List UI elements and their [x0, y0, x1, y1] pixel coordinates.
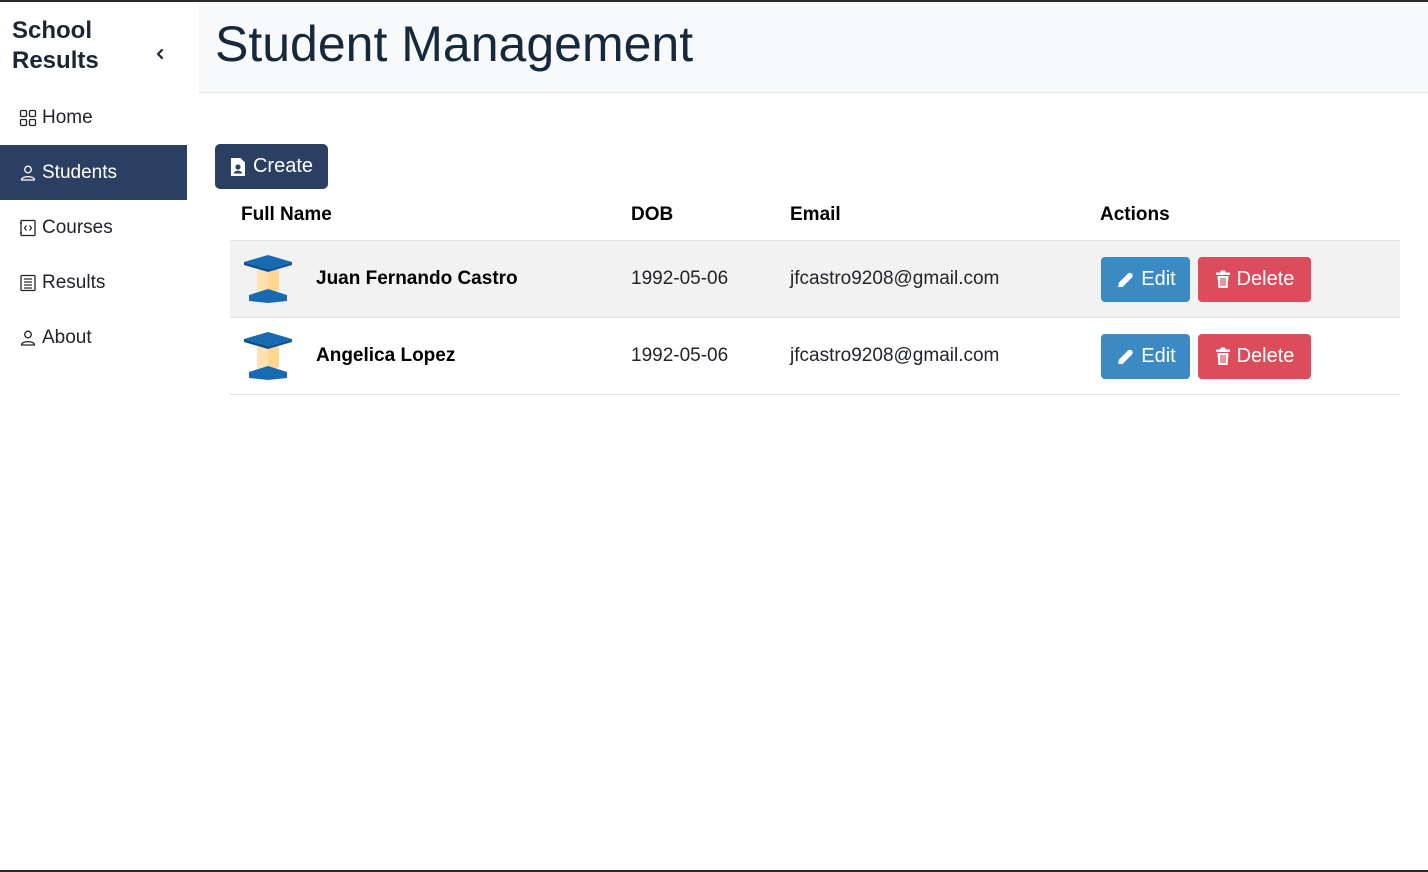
create-button-label: Create — [252, 155, 314, 177]
brand-line-1: School — [12, 17, 93, 44]
students-table: Full Name DOB Email Actions Juan Fernand… — [230, 194, 1400, 395]
chevron-left-icon — [156, 48, 164, 60]
student-name: Angelica Lopez — [316, 345, 456, 366]
student-dob: 1992-05-06 — [631, 268, 729, 289]
student-avatar-icon — [244, 255, 292, 303]
page-header: Student Management — [199, 2, 1428, 93]
column-header-actions: Actions — [1100, 204, 1170, 225]
column-header-email: Email — [790, 204, 841, 225]
pencil-icon — [1115, 270, 1135, 290]
brand-title: School Results — [12, 16, 152, 76]
sidebar-item-home[interactable]: Home — [0, 90, 187, 145]
create-button[interactable]: Create — [215, 144, 328, 189]
sidebar: School Results Home Students Courses Res… — [0, 2, 187, 870]
column-header-full-name: Full Name — [241, 204, 332, 225]
list-document-icon — [19, 274, 37, 292]
delete-button[interactable]: Delete — [1198, 334, 1311, 379]
student-name: Juan Fernando Castro — [316, 268, 518, 289]
sidebar-item-label: About — [42, 326, 92, 348]
sidebar-item-label: Courses — [42, 216, 113, 238]
delete-button[interactable]: Delete — [1198, 257, 1311, 302]
sidebar-item-results[interactable]: Results — [0, 255, 187, 310]
sidebar-item-about[interactable]: About — [0, 310, 187, 365]
trash-icon — [1215, 347, 1231, 366]
code-file-icon — [19, 219, 37, 237]
table-row: Juan Fernando Castro 1992-05-06 jfcastro… — [230, 241, 1400, 318]
sidebar-item-courses[interactable]: Courses — [0, 200, 187, 255]
delete-button-label: Delete — [1236, 345, 1295, 367]
trash-icon — [1215, 270, 1231, 289]
brand-line-2: Results — [12, 47, 99, 74]
student-email: jfcastro9208@gmail.com — [790, 268, 1000, 289]
edit-button[interactable]: Edit — [1101, 257, 1190, 302]
student-avatar-icon — [244, 332, 292, 380]
sidebar-item-students[interactable]: Students — [0, 145, 187, 200]
table-row: Angelica Lopez 1992-05-06 jfcastro9208@g… — [230, 318, 1400, 395]
table-header: Full Name DOB Email Actions — [230, 194, 1400, 241]
app-window: School Results Home Students Courses Res… — [0, 0, 1428, 872]
sidebar-item-label: Students — [42, 161, 117, 183]
page-title: Student Management — [215, 16, 694, 72]
person-icon — [19, 329, 37, 347]
sidebar-collapse-button[interactable] — [150, 44, 170, 64]
student-email: jfcastro9208@gmail.com — [790, 345, 1000, 366]
pencil-icon — [1115, 347, 1135, 367]
student-dob: 1992-05-06 — [631, 345, 729, 366]
sidebar-item-label: Results — [42, 271, 106, 293]
grid-icon — [19, 109, 37, 127]
edit-button[interactable]: Edit — [1101, 334, 1190, 379]
edit-button-label: Edit — [1141, 345, 1176, 367]
sidebar-item-label: Home — [42, 106, 93, 128]
edit-button-label: Edit — [1141, 268, 1176, 290]
column-header-dob: DOB — [631, 204, 674, 225]
person-document-icon — [230, 157, 246, 177]
sidebar-nav: Home Students Courses Results About — [0, 90, 187, 365]
person-icon — [19, 164, 37, 182]
delete-button-label: Delete — [1236, 268, 1295, 290]
